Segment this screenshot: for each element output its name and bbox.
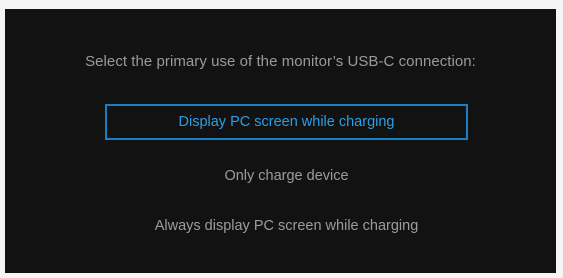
usb-c-prompt: Select the primary use of the monitor’s … xyxy=(85,53,476,70)
option-label: Only charge device xyxy=(224,168,349,184)
option-only-charge[interactable]: Only charge device xyxy=(105,158,468,194)
option-label: Always display PC screen while charging xyxy=(154,218,419,234)
option-always-display-while-charging[interactable]: Always display PC screen while charging xyxy=(105,208,468,244)
option-label: Display PC screen while charging xyxy=(178,114,395,130)
usb-c-setup-dialog: Select the primary use of the monitor’s … xyxy=(5,9,556,273)
option-display-while-charging[interactable]: Display PC screen while charging xyxy=(105,104,468,140)
